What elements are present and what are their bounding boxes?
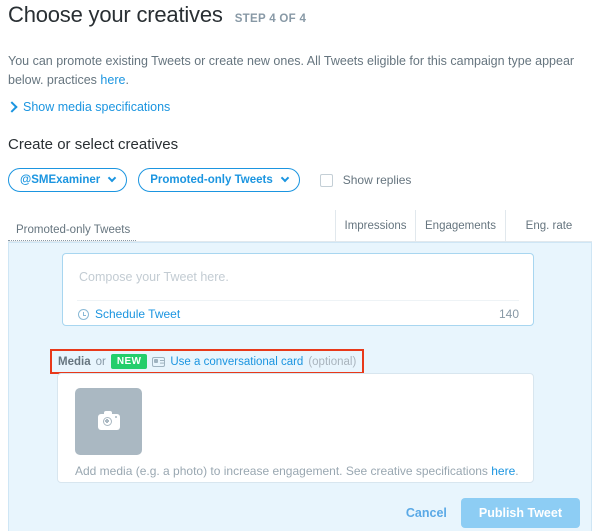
intro-text-end: . [125, 73, 129, 87]
intro-here-link[interactable]: here [100, 73, 125, 87]
column-header-engagements[interactable]: Engagements [415, 209, 505, 242]
creatives-step-page: Choose your creatives STEP 4 OF 4 You ca… [0, 0, 600, 531]
schedule-tweet-button[interactable]: Schedule Tweet [78, 307, 180, 321]
new-badge: NEW [110, 354, 148, 369]
camera-lens-plus [102, 417, 112, 427]
clock-icon [78, 308, 89, 320]
optional-label: (optional) [308, 355, 357, 368]
media-label: Media [58, 355, 91, 368]
chevron-down-icon [280, 173, 289, 183]
character-counter: 140 [498, 307, 519, 321]
or-label: or [95, 355, 106, 368]
filter-row: @SMExaminer Promoted-only Tweets Show re… [8, 168, 411, 192]
column-header-impressions[interactable]: Impressions [335, 209, 415, 242]
media-options-row-highlighted: Media or NEW Use a conversational card (… [50, 349, 365, 374]
media-upload-card: Add media (e.g. a photo) to increase eng… [57, 373, 534, 483]
intro-text: You can promote existing Tweets or creat… [8, 54, 575, 87]
conversational-card-icon [152, 356, 166, 367]
camera-dot [115, 416, 117, 418]
compose-divider [77, 300, 519, 301]
tweet-type-dropdown[interactable]: Promoted-only Tweets [138, 168, 300, 192]
section-title: Create or select creatives [8, 136, 179, 153]
media-hint-text: Add media (e.g. a photo) to increase eng… [75, 464, 519, 478]
chevron-down-icon [108, 173, 117, 183]
publish-tweet-button[interactable]: Publish Tweet [460, 498, 580, 528]
account-dropdown-label: @SMExaminer [20, 174, 101, 186]
media-hint-after: . [515, 464, 519, 478]
camera-add-icon [97, 410, 120, 430]
cancel-button[interactable]: Cancel [406, 506, 447, 520]
column-header-eng-rate[interactable]: Eng. rate [505, 209, 592, 242]
page-header: Choose your creatives STEP 4 OF 4 [8, 2, 306, 28]
chevron-right-icon [6, 101, 18, 113]
intro-paragraph: You can promote existing Tweets or creat… [8, 52, 600, 90]
column-header-tweets[interactable]: Promoted-only Tweets [8, 224, 136, 241]
use-conversational-card-link[interactable]: Use a conversational card [170, 356, 303, 368]
step-indicator: STEP 4 OF 4 [234, 13, 307, 25]
creatives-table-header: Promoted-only Tweets Impressions Engagem… [8, 209, 592, 242]
panel-footer: Cancel Publish Tweet [406, 498, 580, 528]
show-media-specifications-toggle[interactable]: Show media specifications [6, 100, 171, 114]
tweet-type-dropdown-label: Promoted-only Tweets [150, 174, 273, 186]
show-replies-checkbox[interactable] [319, 173, 333, 187]
media-hint-before: Add media (e.g. a photo) to increase eng… [75, 464, 492, 478]
schedule-tweet-label: Schedule Tweet [95, 307, 181, 321]
show-replies-label: Show replies [342, 173, 412, 187]
tweet-compose-input[interactable]: Compose your Tweet here. [79, 270, 229, 284]
add-media-thumbnail[interactable] [75, 388, 142, 455]
creative-specifications-link[interactable]: here [491, 464, 515, 478]
tweet-compose-card: Compose your Tweet here. Schedule Tweet … [62, 253, 534, 326]
show-media-specifications-label: Show media specifications [23, 100, 171, 114]
page-title: Choose your creatives [8, 2, 223, 27]
account-dropdown[interactable]: @SMExaminer [8, 168, 128, 192]
